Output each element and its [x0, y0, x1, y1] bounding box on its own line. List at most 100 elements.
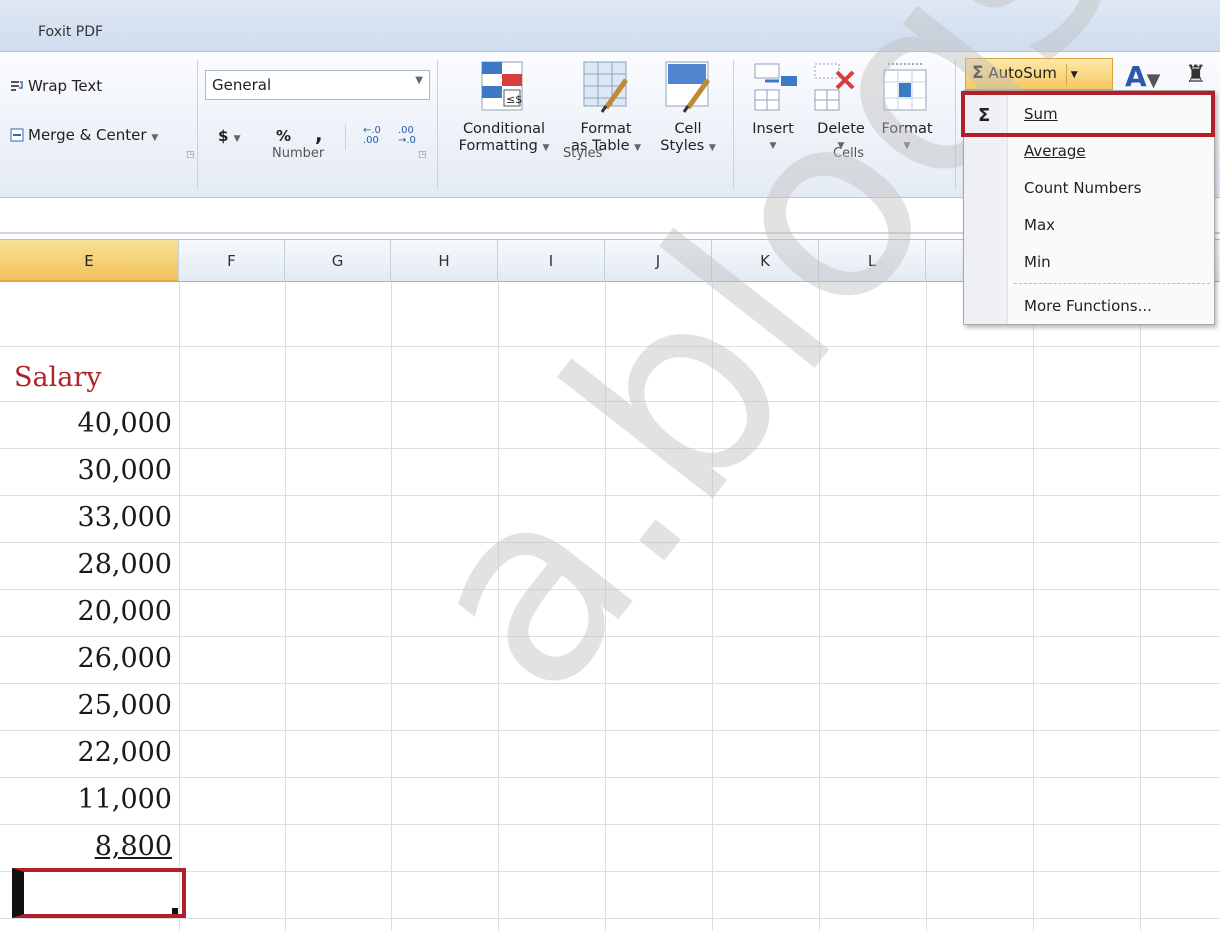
chevron-down-icon: ▼	[903, 141, 911, 151]
delete-cells-icon	[814, 63, 855, 111]
salary-value-cell[interactable]: 25,000	[4, 690, 172, 721]
salary-value-cell[interactable]: 26,000	[4, 643, 172, 674]
chevron-down-icon: ▼	[233, 134, 241, 144]
salary-value-cell[interactable]: 22,000	[4, 737, 172, 768]
gridline	[0, 636, 1220, 637]
gridline	[0, 542, 1220, 543]
cell-styles-icon	[665, 61, 711, 113]
insert-cells-icon	[754, 63, 797, 111]
format-button[interactable]: Format ▼	[872, 121, 942, 155]
menu-item-more-functions[interactable]: More Functions...	[1024, 297, 1152, 315]
gridline	[712, 282, 713, 931]
divider	[345, 124, 346, 150]
group-divider	[197, 60, 198, 190]
salary-value-cell[interactable]: 8,800	[4, 831, 172, 862]
salary-value-cell[interactable]: 11,000	[4, 784, 172, 815]
insert-button[interactable]: Insert ▼	[742, 121, 804, 155]
alignment-launcher-icon[interactable]: ◳	[186, 150, 195, 160]
sigma-icon: Σ	[972, 63, 984, 83]
styles-group-label: Styles	[563, 146, 603, 161]
worksheet-grid[interactable]: Salary 40,000 30,000 33,000 28,000 20,00…	[0, 282, 1220, 931]
salary-header-cell[interactable]: Salary	[14, 362, 102, 393]
conditional-formatting-button[interactable]: Conditional Formatting ▼	[449, 121, 559, 157]
gridline	[0, 448, 1220, 449]
active-cell-highlight[interactable]	[12, 868, 186, 918]
number-launcher-icon[interactable]: ◳	[418, 150, 427, 160]
salary-value-cell[interactable]: 40,000	[4, 408, 172, 439]
menu-item-average-label: Average	[1024, 142, 1086, 160]
salary-value-cell[interactable]: 20,000	[4, 596, 172, 627]
gridline	[0, 824, 1220, 825]
gridline	[498, 282, 499, 931]
delete-label: Delete	[817, 121, 865, 137]
column-header-j[interactable]: J	[605, 240, 712, 282]
format-cells-icon	[883, 63, 927, 111]
column-header-f[interactable]: F	[179, 240, 285, 282]
salary-value-cell[interactable]: 33,000	[4, 502, 172, 533]
percent-button[interactable]: %	[276, 127, 291, 145]
cell-styles-label-1: Cell	[674, 121, 702, 137]
menu-item-count-numbers-label: Count Numbers	[1024, 179, 1142, 197]
menu-item-average[interactable]: Average	[1024, 142, 1086, 160]
chevron-down-icon: ▼	[634, 143, 642, 153]
menu-separator	[1014, 283, 1210, 284]
column-header-k[interactable]: K	[712, 240, 819, 282]
gridline	[0, 495, 1220, 496]
cell-styles-label-2: Styles	[660, 138, 705, 154]
cell-styles-button[interactable]: Cell Styles ▼	[653, 121, 723, 157]
sort-filter-icon[interactable]: A▼	[1125, 60, 1161, 93]
number-format-value: General	[212, 76, 272, 94]
gridline	[819, 282, 820, 931]
gridline	[0, 683, 1220, 684]
chevron-down-icon: ▼	[542, 143, 550, 153]
wrap-text-button[interactable]: Wrap Text	[10, 77, 102, 95]
column-header-i[interactable]: I	[498, 240, 605, 282]
cells-group-label: Cells	[833, 146, 865, 161]
tab-foxit-pdf[interactable]: Foxit PDF	[18, 10, 123, 52]
merge-center-button[interactable]: Merge & Center ▼	[10, 126, 158, 144]
gridline	[0, 589, 1220, 590]
chevron-down-icon: ▼	[151, 133, 159, 143]
find-select-icon[interactable]: ♜	[1185, 60, 1207, 88]
column-header-l[interactable]: L	[819, 240, 926, 282]
conditional-formatting-label-2: Formatting	[458, 138, 538, 154]
chevron-down-icon: ▼	[708, 143, 716, 153]
column-header-h[interactable]: H	[391, 240, 498, 282]
comma-button[interactable]: ,	[315, 122, 323, 146]
gridline	[0, 777, 1220, 778]
increase-decimal-button[interactable]: ←.0 .00	[363, 126, 393, 146]
column-header-g[interactable]: G	[285, 240, 391, 282]
merge-center-label: Merge & Center	[28, 126, 147, 144]
currency-button[interactable]: $ ▼	[218, 127, 241, 145]
salary-value-cell[interactable]: 28,000	[4, 549, 172, 580]
number-format-combo[interactable]: General ▼	[205, 70, 430, 100]
conditional-formatting-label-1: Conditional	[462, 121, 546, 137]
wrap-text-icon	[11, 81, 23, 91]
menu-item-min[interactable]: Min	[1024, 253, 1051, 271]
gridline	[926, 282, 927, 931]
currency-label: $	[218, 127, 229, 145]
menu-item-max[interactable]: Max	[1024, 216, 1055, 234]
gridline	[391, 282, 392, 931]
autosum-button[interactable]: Σ AutoSum ▼	[965, 58, 1113, 90]
salary-value-cell[interactable]: 30,000	[4, 455, 172, 486]
gridline	[1140, 282, 1141, 931]
gridline	[285, 282, 286, 931]
ribbon-tab-bar: Foxit PDF	[0, 0, 1220, 52]
column-header-e[interactable]: E	[0, 240, 179, 282]
gridline	[605, 282, 606, 931]
fill-handle[interactable]	[172, 908, 178, 914]
wrap-text-label: Wrap Text	[28, 77, 103, 95]
chevron-down-icon[interactable]: ▼	[415, 75, 423, 86]
format-as-table-label-1: Format	[580, 121, 632, 137]
chevron-down-icon[interactable]: ▼	[1065, 64, 1082, 86]
conditional-formatting-icon: ≤$	[481, 61, 523, 111]
decrease-decimal-button[interactable]: .00 →.0	[398, 126, 428, 146]
number-group-label: Number	[272, 146, 325, 161]
group-divider	[955, 60, 956, 190]
format-as-table-icon	[583, 61, 629, 113]
menu-item-min-label: Min	[1024, 253, 1051, 271]
menu-item-count-numbers[interactable]: Count Numbers	[1024, 179, 1141, 197]
gridline	[0, 346, 1220, 347]
gridline	[0, 401, 1220, 402]
